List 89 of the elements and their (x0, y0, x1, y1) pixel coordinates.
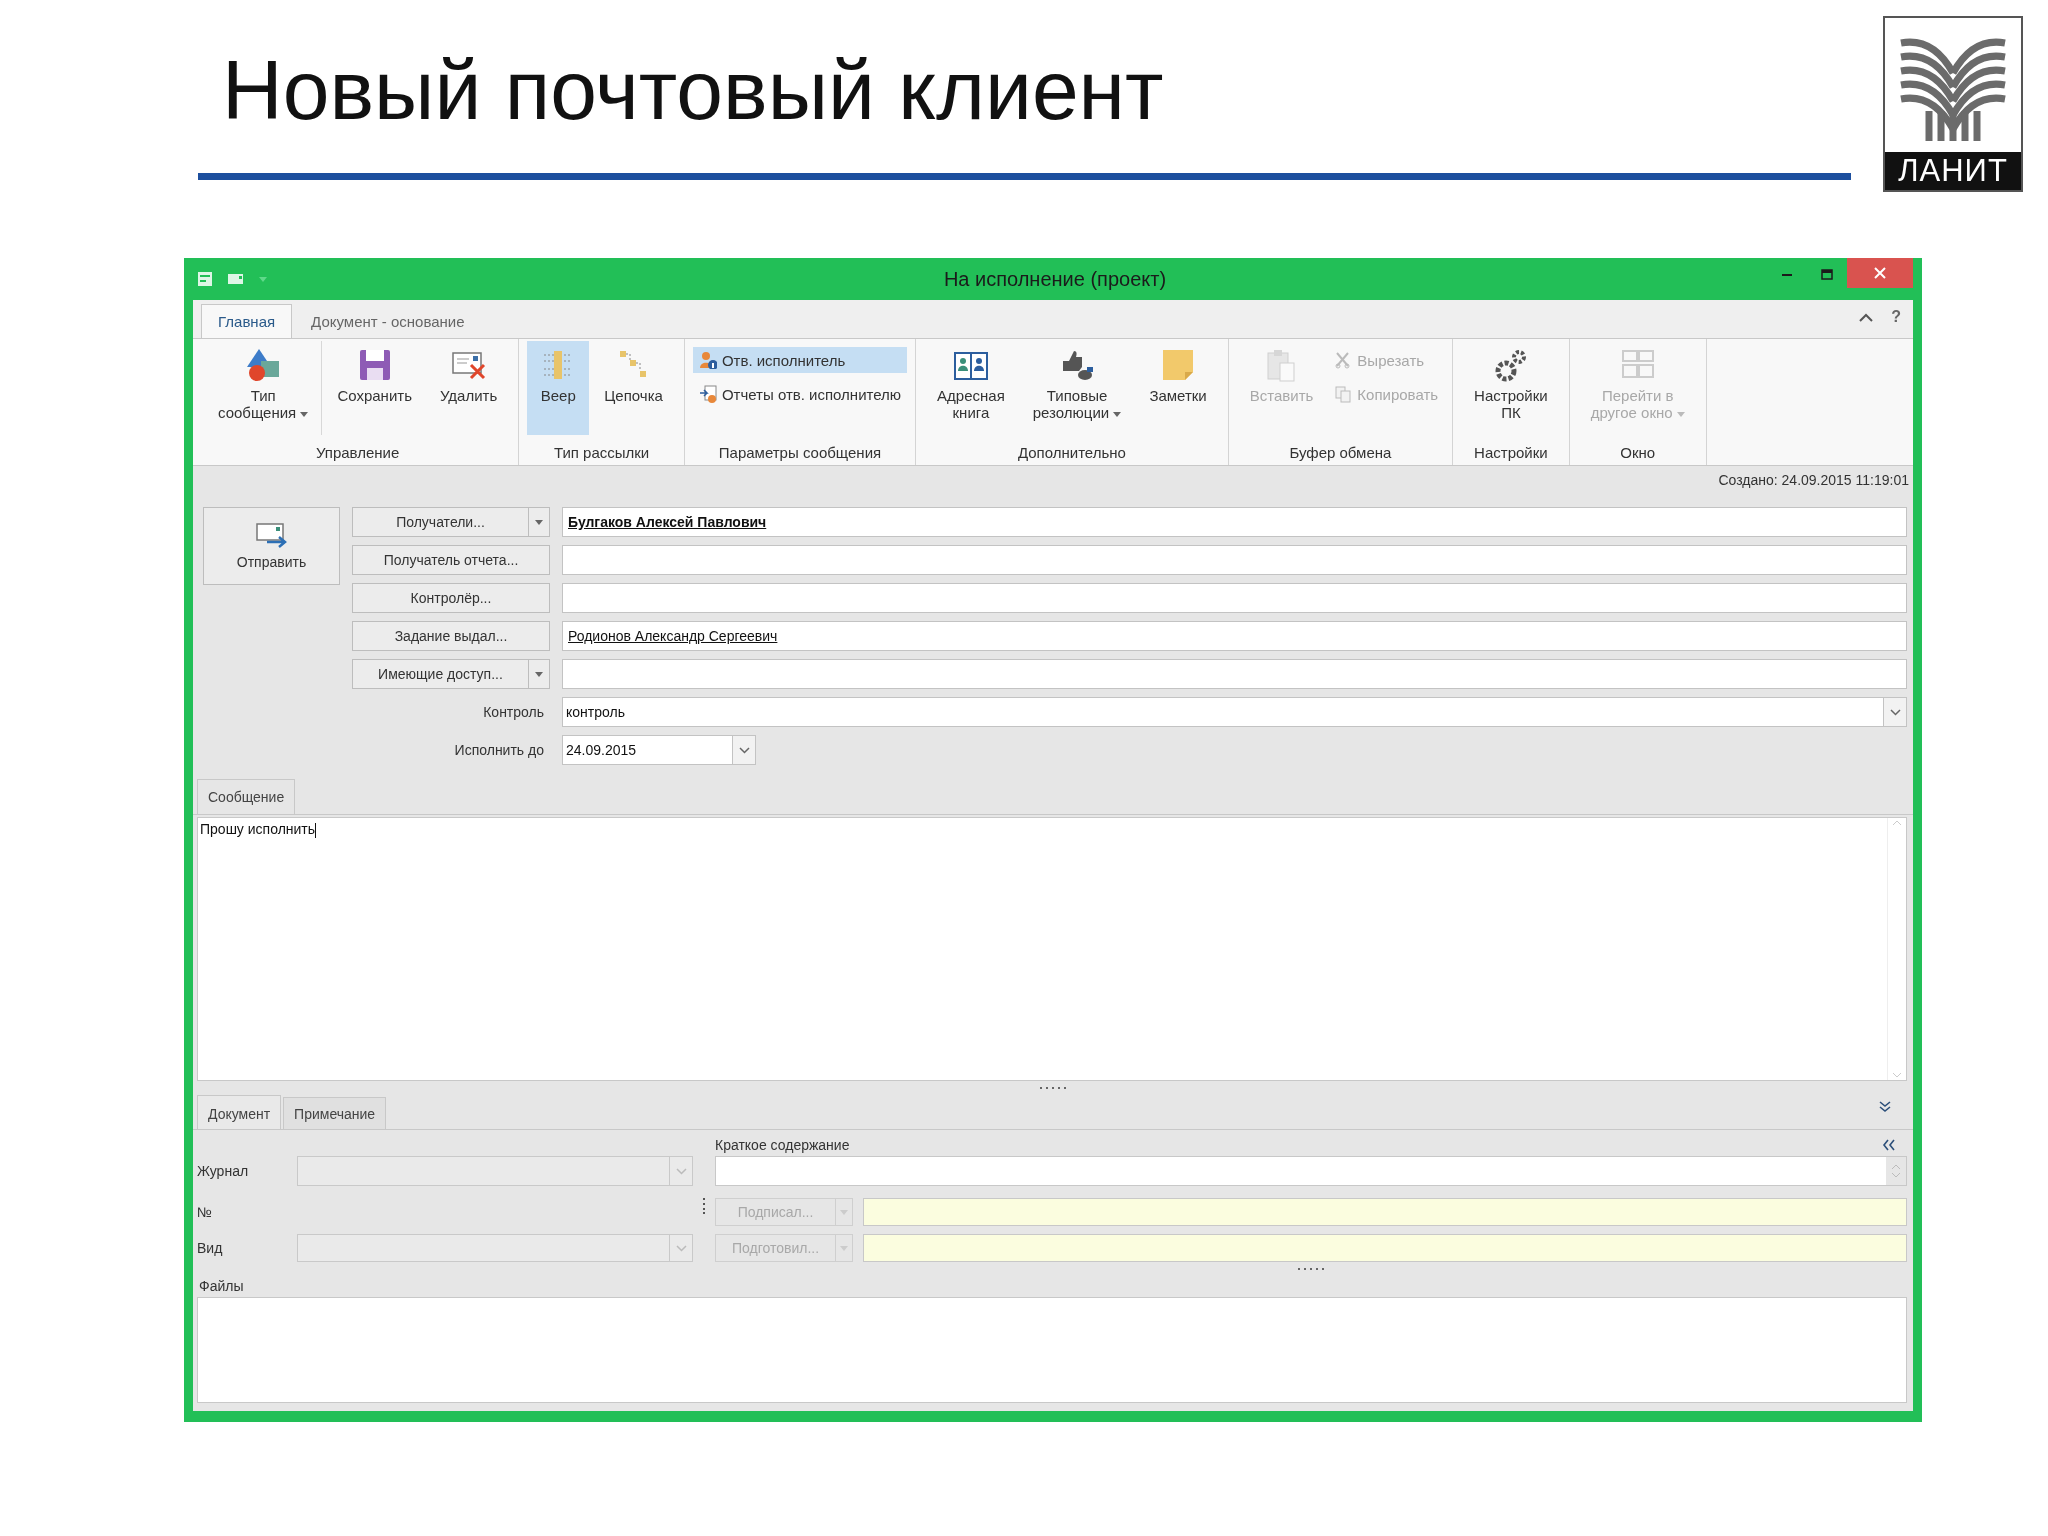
maximize-icon (1821, 269, 1833, 281)
caret-icon (840, 1245, 848, 1251)
ribbon-button[interactable]: Типовые резолюции (1019, 341, 1135, 435)
window-title: На исполнение (проект) (942, 267, 1168, 291)
ribbon-button[interactable]: Отчеты отв. исполнителю (692, 381, 908, 407)
caret-icon (259, 276, 267, 282)
close-icon (1874, 267, 1886, 279)
recipient-field[interactable] (562, 583, 1907, 613)
ribbon-button[interactable]: Настройки ПК (1461, 341, 1561, 435)
scroll-down-icon (1892, 1072, 1902, 1078)
chevron-down-icon (738, 746, 750, 754)
ribbon-button[interactable]: Заметки (1136, 341, 1220, 435)
recipient-button[interactable]: Получатели... (352, 507, 550, 537)
ribbon-button[interactable]: Сохранить (324, 341, 425, 435)
summary-field[interactable] (715, 1156, 1907, 1186)
scissors-icon (1334, 351, 1353, 369)
collapse-ribbon-icon[interactable] (1859, 312, 1874, 322)
logo: ЛАНИТ (1883, 16, 2023, 192)
date-field[interactable]: 24.09.2015 (562, 735, 756, 765)
files-list[interactable] (197, 1297, 1907, 1403)
recipient-button[interactable]: Контролёр... (352, 583, 550, 613)
dropdown-field[interactable] (297, 1234, 693, 1262)
slide-title: Новый почтовый клиент (221, 42, 1164, 137)
panel-tab[interactable]: Документ (197, 1095, 282, 1129)
chevron-down-icon (675, 1167, 687, 1175)
form-icon (197, 271, 213, 287)
field-label: Контроль (482, 704, 545, 720)
group-label: Управление (314, 444, 401, 463)
caret-icon (840, 1209, 848, 1215)
shapes-icon (245, 347, 282, 383)
minimize-icon (1782, 274, 1792, 276)
recipient-field[interactable] (562, 545, 1907, 575)
ribbon-button[interactable]: Адресная книга (924, 341, 1018, 435)
person-info-icon (698, 351, 717, 369)
message-tab[interactable]: Сообщение (197, 779, 296, 814)
panel-tab[interactable]: Примечание (283, 1097, 387, 1129)
send-arrow-icon (254, 522, 289, 548)
help-button[interactable]: ? (1891, 308, 1901, 326)
grip-icon[interactable] (1040, 1086, 1066, 1090)
double-chevron-down-icon[interactable] (1879, 1101, 1891, 1113)
recipient-button[interactable]: Имеющие доступ... (352, 659, 550, 689)
caret-icon (300, 411, 309, 417)
scroll-up-icon[interactable] (1892, 820, 1902, 826)
control-select[interactable]: контроль (562, 697, 1907, 727)
copy-icon (1334, 385, 1353, 403)
chevron-down-icon (675, 1244, 687, 1252)
recipient-field[interactable]: Родионов Александр Сергеевич (562, 621, 1907, 651)
ribbon-button[interactable]: Тип сообщения (205, 341, 323, 435)
recipient-field[interactable] (562, 659, 1907, 689)
grip-icon[interactable] (702, 1198, 706, 1214)
field-label: Краткое содержание (715, 1137, 850, 1153)
ribbon-tab[interactable]: Главная (201, 304, 293, 338)
caret-icon (535, 671, 543, 677)
message-field[interactable]: Прошу исполнить (197, 817, 1907, 1081)
ribbon-button[interactable]: Отв. исполнитель (692, 347, 908, 373)
grip-icon[interactable] (1298, 1267, 1324, 1271)
double-chevron-left-icon[interactable] (1882, 1139, 1895, 1151)
ribbon-button[interactable]: Удалить (426, 341, 511, 435)
group-label: Окно (1619, 444, 1657, 463)
person-field[interactable] (863, 1198, 1907, 1226)
caret-icon (1676, 411, 1685, 417)
field-label: Исполнить до (453, 742, 545, 758)
spin-up-icon[interactable] (1891, 1164, 1901, 1170)
spin-down-icon (1891, 1172, 1901, 1178)
caret-icon (1113, 411, 1122, 417)
report-arrow-icon (698, 385, 717, 403)
group-label: Дополнительно (1016, 444, 1127, 463)
field-label: № (197, 1204, 214, 1220)
caret-icon (535, 519, 543, 525)
created-date: Создано: 24.09.2015 11:19:01 (1718, 471, 1909, 488)
close-button[interactable] (1847, 258, 1913, 288)
dropdown-field[interactable] (297, 1156, 693, 1186)
card-icon (227, 272, 245, 286)
recipient-field[interactable]: Булгаков Алексей Павлович (562, 507, 1907, 537)
recipient-button[interactable]: Задание выдал... (352, 621, 550, 651)
send-button[interactable]: Отправить (203, 507, 340, 585)
ribbon-button[interactable]: Цепочка (591, 341, 676, 435)
field-label: Файлы (198, 1277, 245, 1296)
person-field[interactable] (863, 1234, 1907, 1262)
recipient-button[interactable]: Получатель отчета... (352, 545, 550, 575)
group-label: Буфер обмена (1288, 444, 1393, 463)
group-label: Настройки (1473, 444, 1549, 463)
chevron-down-icon (1889, 708, 1901, 716)
group-label: Параметры сообщения (717, 444, 883, 463)
ribbon-tab[interactable]: Документ - основание (294, 304, 482, 338)
ribbon-button[interactable]: Веер (527, 341, 590, 435)
field-label: Вид (197, 1240, 224, 1256)
group-label: Тип рассылки (552, 444, 651, 463)
field-label: Журнал (197, 1163, 250, 1179)
